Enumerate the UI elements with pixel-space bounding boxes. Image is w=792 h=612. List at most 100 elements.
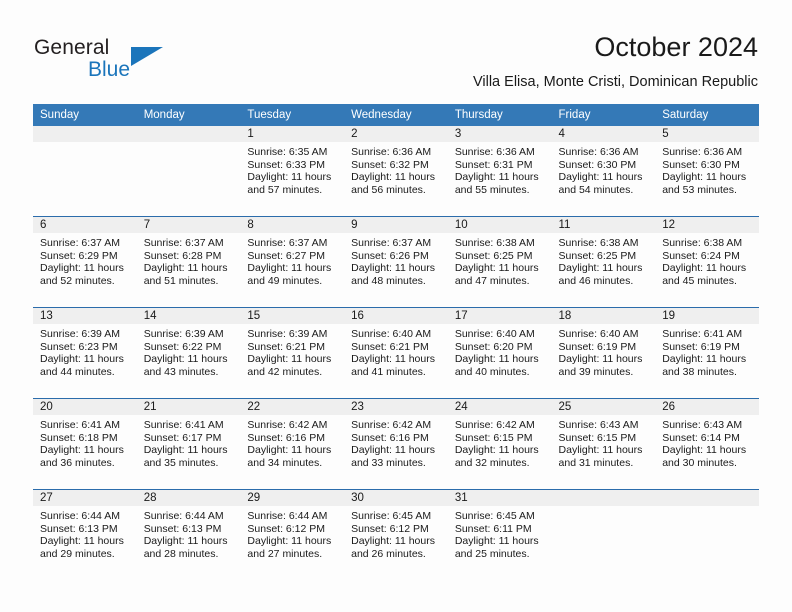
calendar-day-cell[interactable]: 6 Sunrise: 6:37 AM Sunset: 6:29 PM Daylight… <box>33 216 137 308</box>
calendar-day-cell[interactable]: 26 Sunrise: 6:43 AM Sunset: 6:14 PM Dayligh… <box>655 398 759 490</box>
sunset-text: Sunset: 6:22 PM <box>143 340 222 353</box>
calendar-day-cell[interactable]: 14 Sunrise: 6:39 AM Sunset: 6:22 PM Dayligh… <box>136 307 241 399</box>
day-number <box>136 126 241 142</box>
day-details: Sunrise: 6:43 AM Sunset: 6:14 PM Daylight:… <box>655 415 759 469</box>
day-cell-inner: 15 Sunrise: 6:39 AM Sunset: 6:21 PM Dayligh… <box>240 308 345 398</box>
calendar-day-cell[interactable]: 16 Sunrise: 6:40 AM Sunset: 6:21 PM Dayligh… <box>344 307 448 399</box>
day-details: Sunrise: 6:35 AM Sunset: 6:33 PM Daylight:… <box>240 142 344 196</box>
calendar-week-row: 1 Sunrise: 6:35 AM Sunset: 6:33 PM Daylight… <box>33 126 759 217</box>
day-number: 31 <box>447 490 552 506</box>
daylight-text-line1: Daylight: 11 hours <box>662 444 747 457</box>
calendar-day-cell[interactable]: 12 Sunrise: 6:38 AM Sunset: 6:24 PM Dayligh… <box>655 216 759 308</box>
daylight-text-line2: and 27 minutes. <box>247 547 323 560</box>
sunset-text: Sunset: 6:21 PM <box>351 340 429 353</box>
day-number: 9 <box>344 217 448 233</box>
sunset-text: Sunset: 6:19 PM <box>662 340 740 353</box>
day-details: Sunrise: 6:44 AM Sunset: 6:13 PM Daylight:… <box>33 506 137 560</box>
daylight-text-line2: and 55 minutes. <box>454 183 530 196</box>
day-details: Sunrise: 6:45 AM Sunset: 6:11 PM Daylight:… <box>448 506 552 560</box>
daylight-text-line1: Daylight: 11 hours <box>351 171 435 184</box>
day-number: 19 <box>655 308 759 324</box>
day-number <box>33 126 137 142</box>
day-details: Sunrise: 6:37 AM Sunset: 6:26 PM Daylight:… <box>344 233 448 287</box>
calendar-day-cell[interactable]: 1 Sunrise: 6:35 AM Sunset: 6:33 PM Daylight… <box>240 126 345 217</box>
sunrise-text: Sunrise: 6:37 AM <box>351 237 432 249</box>
calendar-day-cell[interactable]: 7 Sunrise: 6:37 AM Sunset: 6:28 PM Daylight… <box>136 216 241 308</box>
day-details: Sunrise: 6:37 AM Sunset: 6:28 PM Daylight:… <box>137 233 241 287</box>
calendar-body: 1 Sunrise: 6:35 AM Sunset: 6:33 PM Daylight… <box>33 126 759 580</box>
calendar-day-cell[interactable]: 19 Sunrise: 6:41 AM Sunset: 6:19 PM Dayligh… <box>655 307 759 399</box>
day-cell-inner: 3 Sunrise: 6:36 AM Sunset: 6:31 PM Daylight… <box>447 126 552 216</box>
calendar-day-cell[interactable]: 22 Sunrise: 6:42 AM Sunset: 6:16 PM Dayligh… <box>240 398 345 490</box>
daylight-text-line1: Daylight: 11 hours <box>247 171 332 184</box>
day-number: 25 <box>551 399 656 415</box>
calendar-day-cell[interactable]: 2 Sunrise: 6:36 AM Sunset: 6:32 PM Daylight… <box>344 126 448 217</box>
calendar-day-cell[interactable]: 25 Sunrise: 6:43 AM Sunset: 6:15 PM Dayligh… <box>551 398 656 490</box>
sunset-text: Sunset: 6:21 PM <box>247 340 326 353</box>
calendar-day-cell[interactable]: 4 Sunrise: 6:36 AM Sunset: 6:30 PM Daylight… <box>551 126 656 217</box>
day-number <box>551 490 656 506</box>
calendar-day-cell[interactable]: 3 Sunrise: 6:36 AM Sunset: 6:31 PM Daylight… <box>447 126 552 217</box>
calendar-day-cell[interactable]: 15 Sunrise: 6:39 AM Sunset: 6:21 PM Dayligh… <box>240 307 345 399</box>
calendar-day-cell[interactable]: 23 Sunrise: 6:42 AM Sunset: 6:16 PM Dayligh… <box>344 398 448 490</box>
daylight-text-line2: and 36 minutes. <box>40 456 115 469</box>
calendar-day-cell[interactable]: 31 Sunrise: 6:45 AM Sunset: 6:11 PM Dayligh… <box>447 489 552 580</box>
day-number: 11 <box>551 217 656 233</box>
sunrise-text: Sunrise: 6:44 AM <box>143 510 224 522</box>
brand-logo[interactable]: General Blue <box>34 36 264 88</box>
sunset-text: Sunset: 6:16 PM <box>351 431 429 444</box>
day-details: Sunrise: 6:42 AM Sunset: 6:15 PM Daylight:… <box>448 415 552 469</box>
sunrise-text: Sunrise: 6:41 AM <box>662 328 743 340</box>
day-cell-inner: 12 Sunrise: 6:38 AM Sunset: 6:24 PM Dayligh… <box>655 217 759 307</box>
day-number: 18 <box>551 308 656 324</box>
day-number: 29 <box>240 490 345 506</box>
calendar-day-cell[interactable]: 29 Sunrise: 6:44 AM Sunset: 6:12 PM Dayligh… <box>240 489 345 580</box>
day-number: 23 <box>344 399 448 415</box>
day-cell-inner: 5 Sunrise: 6:36 AM Sunset: 6:30 PM Daylight… <box>655 126 759 216</box>
day-cell-inner: 29 Sunrise: 6:44 AM Sunset: 6:12 PM Dayligh… <box>240 490 345 580</box>
sunrise-text: Sunrise: 6:40 AM <box>351 328 432 340</box>
day-number: 22 <box>240 399 345 415</box>
calendar-day-cell[interactable]: 5 Sunrise: 6:36 AM Sunset: 6:30 PM Daylight… <box>655 126 759 217</box>
calendar-day-cell[interactable]: 27 Sunrise: 6:44 AM Sunset: 6:13 PM Dayligh… <box>33 489 137 580</box>
day-cell-inner: 21 Sunrise: 6:41 AM Sunset: 6:17 PM Dayligh… <box>136 399 241 489</box>
calendar-day-cell[interactable]: 24 Sunrise: 6:42 AM Sunset: 6:15 PM Dayligh… <box>447 398 552 490</box>
sunrise-text: Sunrise: 6:43 AM <box>662 419 743 431</box>
sunset-text: Sunset: 6:25 PM <box>454 249 533 262</box>
day-cell-inner: 11 Sunrise: 6:38 AM Sunset: 6:25 PM Dayligh… <box>551 217 656 307</box>
day-cell-inner: 4 Sunrise: 6:36 AM Sunset: 6:30 PM Daylight… <box>551 126 656 216</box>
day-number: 13 <box>33 308 137 324</box>
sunset-text: Sunset: 6:31 PM <box>454 158 533 171</box>
calendar-day-cell[interactable]: 28 Sunrise: 6:44 AM Sunset: 6:13 PM Dayligh… <box>136 489 241 580</box>
sunset-text: Sunset: 6:16 PM <box>247 431 326 444</box>
calendar-day-cell[interactable]: 9 Sunrise: 6:37 AM Sunset: 6:26 PM Daylight… <box>344 216 448 308</box>
daylight-text-line1: Daylight: 11 hours <box>662 171 747 184</box>
calendar-day-cell[interactable]: 21 Sunrise: 6:41 AM Sunset: 6:17 PM Dayligh… <box>136 398 241 490</box>
calendar-day-cell[interactable]: 13 Sunrise: 6:39 AM Sunset: 6:23 PM Dayligh… <box>33 307 137 399</box>
daylight-text-line1: Daylight: 11 hours <box>40 353 124 366</box>
calendar-day-cell[interactable]: 11 Sunrise: 6:38 AM Sunset: 6:25 PM Dayligh… <box>551 216 656 308</box>
day-details: Sunrise: 6:44 AM Sunset: 6:12 PM Daylight:… <box>240 506 344 560</box>
daylight-text-line1: Daylight: 11 hours <box>143 353 228 366</box>
calendar-day-cell[interactable]: 10 Sunrise: 6:38 AM Sunset: 6:25 PM Dayligh… <box>447 216 552 308</box>
calendar-day-cell[interactable]: 17 Sunrise: 6:40 AM Sunset: 6:20 PM Dayligh… <box>447 307 552 399</box>
daylight-text-line1: Daylight: 11 hours <box>351 535 435 548</box>
day-cell-inner: 14 Sunrise: 6:39 AM Sunset: 6:22 PM Dayligh… <box>136 308 241 398</box>
daylight-text-line1: Daylight: 11 hours <box>662 353 747 366</box>
calendar-day-cell[interactable]: 30 Sunrise: 6:45 AM Sunset: 6:12 PM Dayligh… <box>344 489 448 580</box>
day-details: Sunrise: 6:36 AM Sunset: 6:30 PM Daylight:… <box>655 142 759 196</box>
day-cell-inner: 30 Sunrise: 6:45 AM Sunset: 6:12 PM Dayligh… <box>344 490 448 580</box>
day-cell-inner: 2 Sunrise: 6:36 AM Sunset: 6:32 PM Daylight… <box>344 126 448 216</box>
sunrise-text: Sunrise: 6:42 AM <box>351 419 432 431</box>
daylight-text-line2: and 51 minutes. <box>143 274 219 287</box>
daylight-text-line1: Daylight: 11 hours <box>143 444 228 457</box>
weekday-header-sunday: Sunday <box>33 104 137 126</box>
day-cell-inner: 18 Sunrise: 6:40 AM Sunset: 6:19 PM Dayligh… <box>551 308 656 398</box>
calendar-header-row: Sunday Monday Tuesday Wednesday Thursday… <box>33 104 759 126</box>
calendar-day-cell[interactable]: 20 Sunrise: 6:41 AM Sunset: 6:18 PM Dayligh… <box>33 398 137 490</box>
sunrise-text: Sunrise: 6:44 AM <box>247 510 328 522</box>
daylight-text-line2: and 30 minutes. <box>662 456 737 469</box>
calendar-day-cell[interactable]: 8 Sunrise: 6:37 AM Sunset: 6:27 PM Daylight… <box>240 216 345 308</box>
daylight-text-line1: Daylight: 11 hours <box>40 535 124 548</box>
calendar-day-cell[interactable]: 18 Sunrise: 6:40 AM Sunset: 6:19 PM Dayligh… <box>551 307 656 399</box>
